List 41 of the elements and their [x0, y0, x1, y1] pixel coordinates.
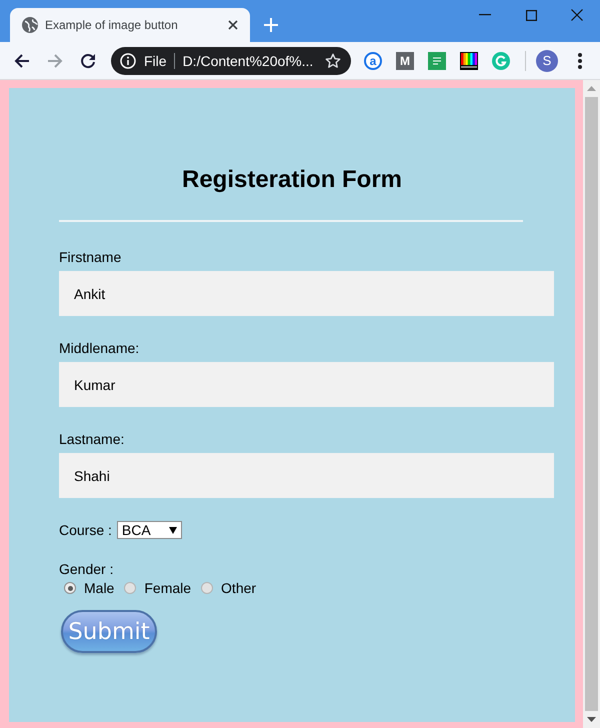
star-icon[interactable] — [325, 52, 341, 68]
profile-avatar[interactable]: S — [536, 50, 558, 72]
option-label: Female — [144, 580, 192, 596]
plus-icon[interactable] — [264, 18, 278, 32]
scroll-thumb[interactable] — [585, 97, 598, 711]
radio-button[interactable] — [124, 582, 136, 594]
address-bar[interactable]: File D:/Content%20of%... — [111, 46, 351, 74]
scheme-label: File — [144, 52, 167, 68]
option-label: Male — [84, 580, 114, 596]
text-field[interactable]: Kumar — [59, 362, 554, 407]
globe-icon — [22, 17, 38, 33]
field-label: Lastname: — [59, 430, 126, 448]
text-field[interactable]: Shahi — [59, 453, 554, 498]
info-icon[interactable] — [120, 52, 136, 68]
field-label: Firstname — [59, 248, 122, 266]
field-label: Middlename: — [59, 339, 140, 357]
back-icon[interactable] — [14, 52, 30, 68]
radio-button[interactable] — [64, 582, 76, 594]
radio-button[interactable] — [201, 582, 214, 594]
form-title: Registeration Form — [180, 165, 404, 195]
scrollbar[interactable] — [583, 80, 600, 728]
course-label: Course : — [59, 522, 112, 538]
gender-label: Gender : — [59, 560, 114, 578]
extension-button[interactable]: M — [396, 52, 414, 70]
text-field[interactable]: Ankit — [59, 271, 554, 316]
menu-icon[interactable] — [578, 52, 582, 68]
close-icon[interactable] — [228, 20, 238, 30]
reload-icon[interactable] — [80, 52, 96, 68]
caret-icon — [168, 526, 177, 534]
extension-button[interactable]: a — [364, 52, 382, 70]
close-icon[interactable] — [571, 9, 583, 21]
browser-tab[interactable]: Example of image button — [10, 8, 250, 42]
test-pattern-icon[interactable] — [460, 52, 478, 70]
tab-title: Example of image button — [45, 18, 179, 32]
maximize-icon[interactable] — [526, 10, 536, 20]
course-select[interactable]: BCA — [116, 521, 182, 539]
url-text: D:/Content%20of%... — [182, 52, 314, 68]
option-label: Other — [221, 580, 256, 596]
sheet-icon[interactable] — [428, 52, 446, 70]
down-arrow-icon[interactable] — [587, 717, 596, 722]
minimize-icon[interactable] — [479, 14, 491, 16]
